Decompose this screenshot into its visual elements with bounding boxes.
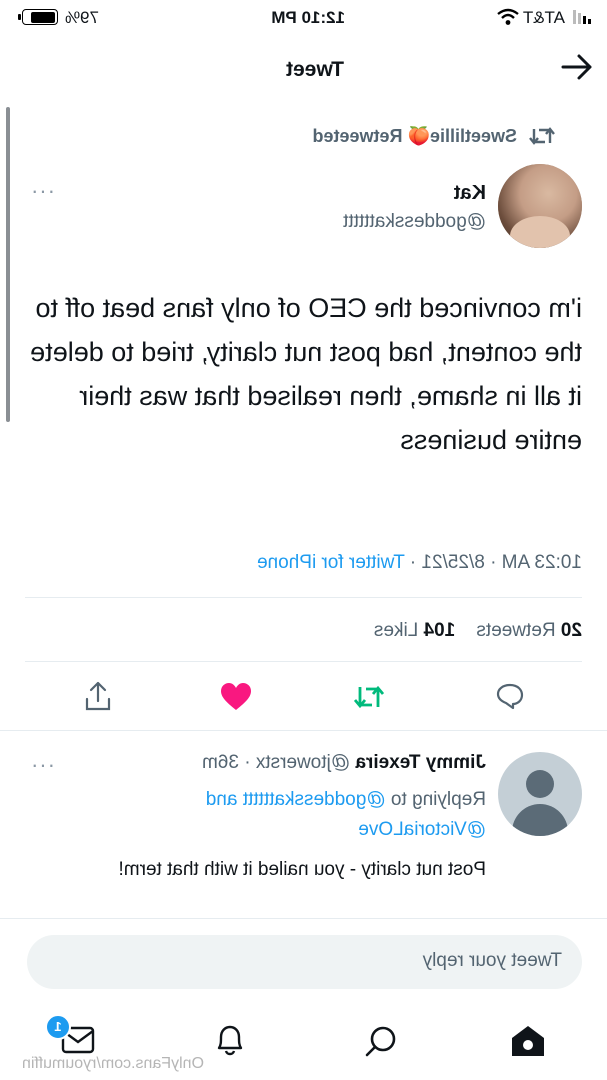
- retweets-label: Retweets: [476, 620, 556, 641]
- messages-badge: 1: [45, 1014, 71, 1040]
- reply-more-options-icon[interactable]: ···: [30, 752, 55, 778]
- retweet-context: Sweetlillie🍑 Retweeted: [312, 126, 517, 147]
- divider: [25, 661, 582, 662]
- scrollbar[interactable]: [6, 107, 10, 422]
- wifi-icon: [497, 8, 519, 31]
- search-icon[interactable]: [364, 1024, 398, 1058]
- like-heart-icon[interactable]: [220, 682, 252, 712]
- replying-to-and: and: [205, 789, 238, 810]
- likes-stat[interactable]: 104 Likes: [374, 620, 455, 641]
- reply-header: Jimmy Texeira @jtowerstx · 36m: [201, 752, 486, 773]
- reply-avatar[interactable]: [498, 752, 582, 836]
- retweeter-name[interactable]: Sweetlillie: [430, 126, 517, 146]
- share-icon[interactable]: [83, 680, 113, 712]
- reply-author-handle[interactable]: @jtowerstx: [256, 752, 350, 773]
- reply-text: Post nut clarity - you nailed it with th…: [118, 859, 487, 880]
- replying-to-user[interactable]: @goddesskatttttt: [243, 789, 386, 810]
- carrier-label: AT&T: [522, 8, 565, 27]
- status-bar: AT&T 12:10 PM 79%: [0, 0, 607, 34]
- back-arrow-icon[interactable]: [561, 52, 593, 82]
- retweet-context-icon: [529, 125, 555, 147]
- replying-to: Replying to @goddesskatttttt and @Victor…: [116, 785, 486, 845]
- clock: 12:10 PM: [271, 8, 345, 27]
- home-icon[interactable]: [510, 1024, 546, 1058]
- retweet-icon[interactable]: [353, 683, 385, 711]
- watermark: OnlyFans.com/ryoumuffin: [22, 1055, 204, 1072]
- more-options-icon[interactable]: ···: [30, 178, 55, 204]
- retweets-count: 20: [560, 620, 582, 641]
- divider: [0, 730, 607, 731]
- peach-emoji-icon: 🍑: [407, 126, 430, 146]
- likes-count: 104: [423, 620, 456, 641]
- page-title: Tweet: [286, 58, 344, 81]
- divider: [0, 918, 607, 919]
- signal-icon: [569, 10, 591, 24]
- reply-author-name[interactable]: Jimmy Texeira: [355, 752, 486, 773]
- notifications-bell-icon[interactable]: [213, 1022, 247, 1058]
- retweets-stat[interactable]: 20 Retweets: [476, 620, 582, 641]
- avatar[interactable]: [498, 164, 582, 248]
- replying-to-prefix: Replying to: [390, 789, 486, 810]
- tweet-date: 8/25/21: [421, 552, 485, 573]
- reply-age: 36m: [201, 752, 239, 773]
- reply-composer[interactable]: Tweet your reply: [27, 935, 582, 989]
- messages-badge-count: 1: [54, 1019, 62, 1034]
- author-handle[interactable]: @goddesskatttttt: [343, 211, 486, 233]
- tweet-time: 10:23 AM: [501, 552, 582, 573]
- tweet-text: i'm convinced the CEO of only fans beat …: [30, 293, 582, 455]
- battery-icon: [18, 9, 58, 25]
- author-name[interactable]: Kat: [454, 182, 486, 205]
- reply-icon[interactable]: [495, 682, 525, 710]
- likes-label: Likes: [373, 620, 419, 641]
- tweet-stats: 20 Retweets 104 Likes: [374, 620, 582, 642]
- divider: [25, 597, 582, 598]
- battery-percent: 79%: [64, 8, 99, 27]
- retweet-action-label: Retweeted: [312, 126, 403, 146]
- tweet-timestamp: 10:23 AM · 8/25/21 · Twitter for iPhone: [257, 552, 582, 573]
- replying-to-user[interactable]: @VictoriaLOve: [358, 819, 486, 840]
- tweet-source[interactable]: Twitter for iPhone: [257, 552, 405, 573]
- reply-input-placeholder[interactable]: Tweet your reply: [423, 950, 562, 972]
